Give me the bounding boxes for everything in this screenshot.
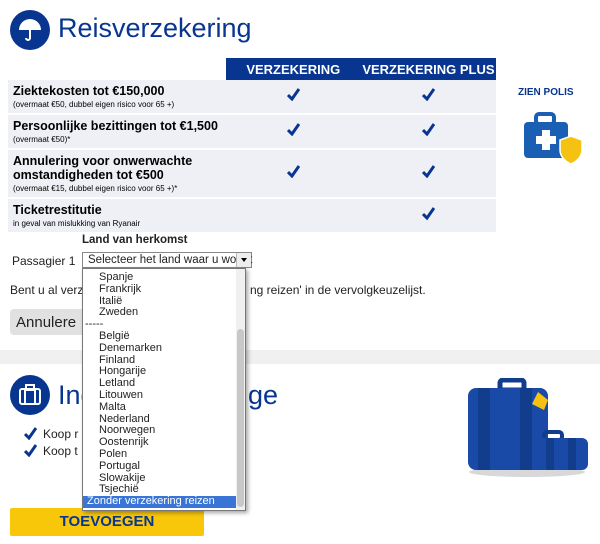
check-icon — [24, 427, 37, 440]
check-icon — [286, 122, 300, 136]
dropdown-option[interactable]: België — [83, 330, 245, 343]
luggage-icon — [468, 378, 588, 477]
table-row: Ticketrestitutie in geval van mislukking … — [8, 198, 496, 234]
dropdown-option[interactable]: Frankrijk — [83, 283, 245, 296]
table-row: Annulering voor onwerwachte omstandighed… — [8, 149, 496, 199]
check-icon — [421, 206, 435, 220]
check-icon — [421, 122, 435, 136]
scrollbar-thumb[interactable] — [237, 329, 244, 507]
check-icon — [286, 87, 300, 101]
passenger-label: Passagier 1 — [12, 254, 76, 268]
table-row: Ziektekosten tot €150,000 (overmaat €50, … — [8, 80, 496, 115]
coverage-table: VERZEKERING VERZEKERING PLUS Ziektekoste… — [8, 58, 496, 234]
coverage-title: Ziektekosten tot €150,000 — [13, 84, 165, 98]
coverage-subtitle: in geval van mislukking van Ryanair — [13, 219, 141, 228]
coverage-subtitle: (overmaat €50)* — [13, 135, 71, 144]
check-icon — [421, 87, 435, 101]
coverage-title: Ticketrestitutie — [13, 203, 102, 217]
check-line-text: Koop r — [43, 427, 79, 441]
check-icon — [421, 164, 435, 178]
country-select-value: Selecteer het land waar u woont — [88, 254, 253, 266]
check-icon — [24, 444, 37, 457]
table-row: Persoonlijke bezittingen tot €1,500 (over… — [8, 114, 496, 150]
check-line-2: Koop t — [24, 444, 78, 458]
insured-text-right: ng reizen' in de vervolgkeuzelijst. — [250, 283, 426, 297]
chevron-down-icon[interactable] — [236, 253, 251, 267]
check-line-1: Koop r — [24, 427, 78, 441]
column-verzekering-plus: VERZEKERING PLUS — [360, 58, 496, 80]
column-verzekering: VERZEKERING — [225, 58, 361, 80]
coverage-subtitle: (overmaat €15, dubbel eigen risico voor … — [13, 184, 178, 193]
medical-bag-shield-icon — [524, 112, 583, 165]
zien-polis-link[interactable]: ZIEN POLIS — [518, 87, 574, 98]
country-dropdown-list[interactable]: Spanje Frankrijk Italië Zweden ----- Bel… — [82, 268, 246, 511]
dropdown-option[interactable]: Denemarken — [83, 342, 245, 355]
country-select[interactable]: Selecteer het land waar u woont — [82, 252, 252, 268]
umbrella-icon — [10, 10, 50, 50]
coverage-subtitle: (overmaat €50, dubbel eigen risico voor … — [13, 100, 175, 109]
dropdown-option[interactable]: Malta — [83, 401, 245, 414]
add-button[interactable]: TOEVOEGEN — [10, 508, 204, 536]
check-icon — [286, 164, 300, 178]
section-title-right: ge — [248, 380, 279, 410]
dropdown-option[interactable]: Polen — [83, 448, 245, 461]
dropdown-option[interactable]: Litouwen — [83, 389, 245, 402]
dropdown-scrollbar[interactable] — [236, 269, 245, 510]
country-label: Land van herkomst — [82, 234, 188, 246]
coverage-title: Annulering voor onwerwachte omstandighed… — [13, 154, 193, 182]
dropdown-option[interactable]: Portugal — [83, 460, 245, 473]
check-line-text: Koop t — [43, 444, 78, 458]
page-title: Reisverzekering — [58, 13, 252, 43]
dropdown-option[interactable]: Zweden — [83, 307, 245, 319]
dropdown-option-selected[interactable]: Zonder verzekering reizen — [83, 495, 237, 508]
insured-text-left: Bent u al verze — [10, 283, 91, 297]
suitcase-icon — [10, 375, 50, 415]
coverage-title: Persoonlijke bezittingen tot €1,500 — [13, 119, 218, 133]
